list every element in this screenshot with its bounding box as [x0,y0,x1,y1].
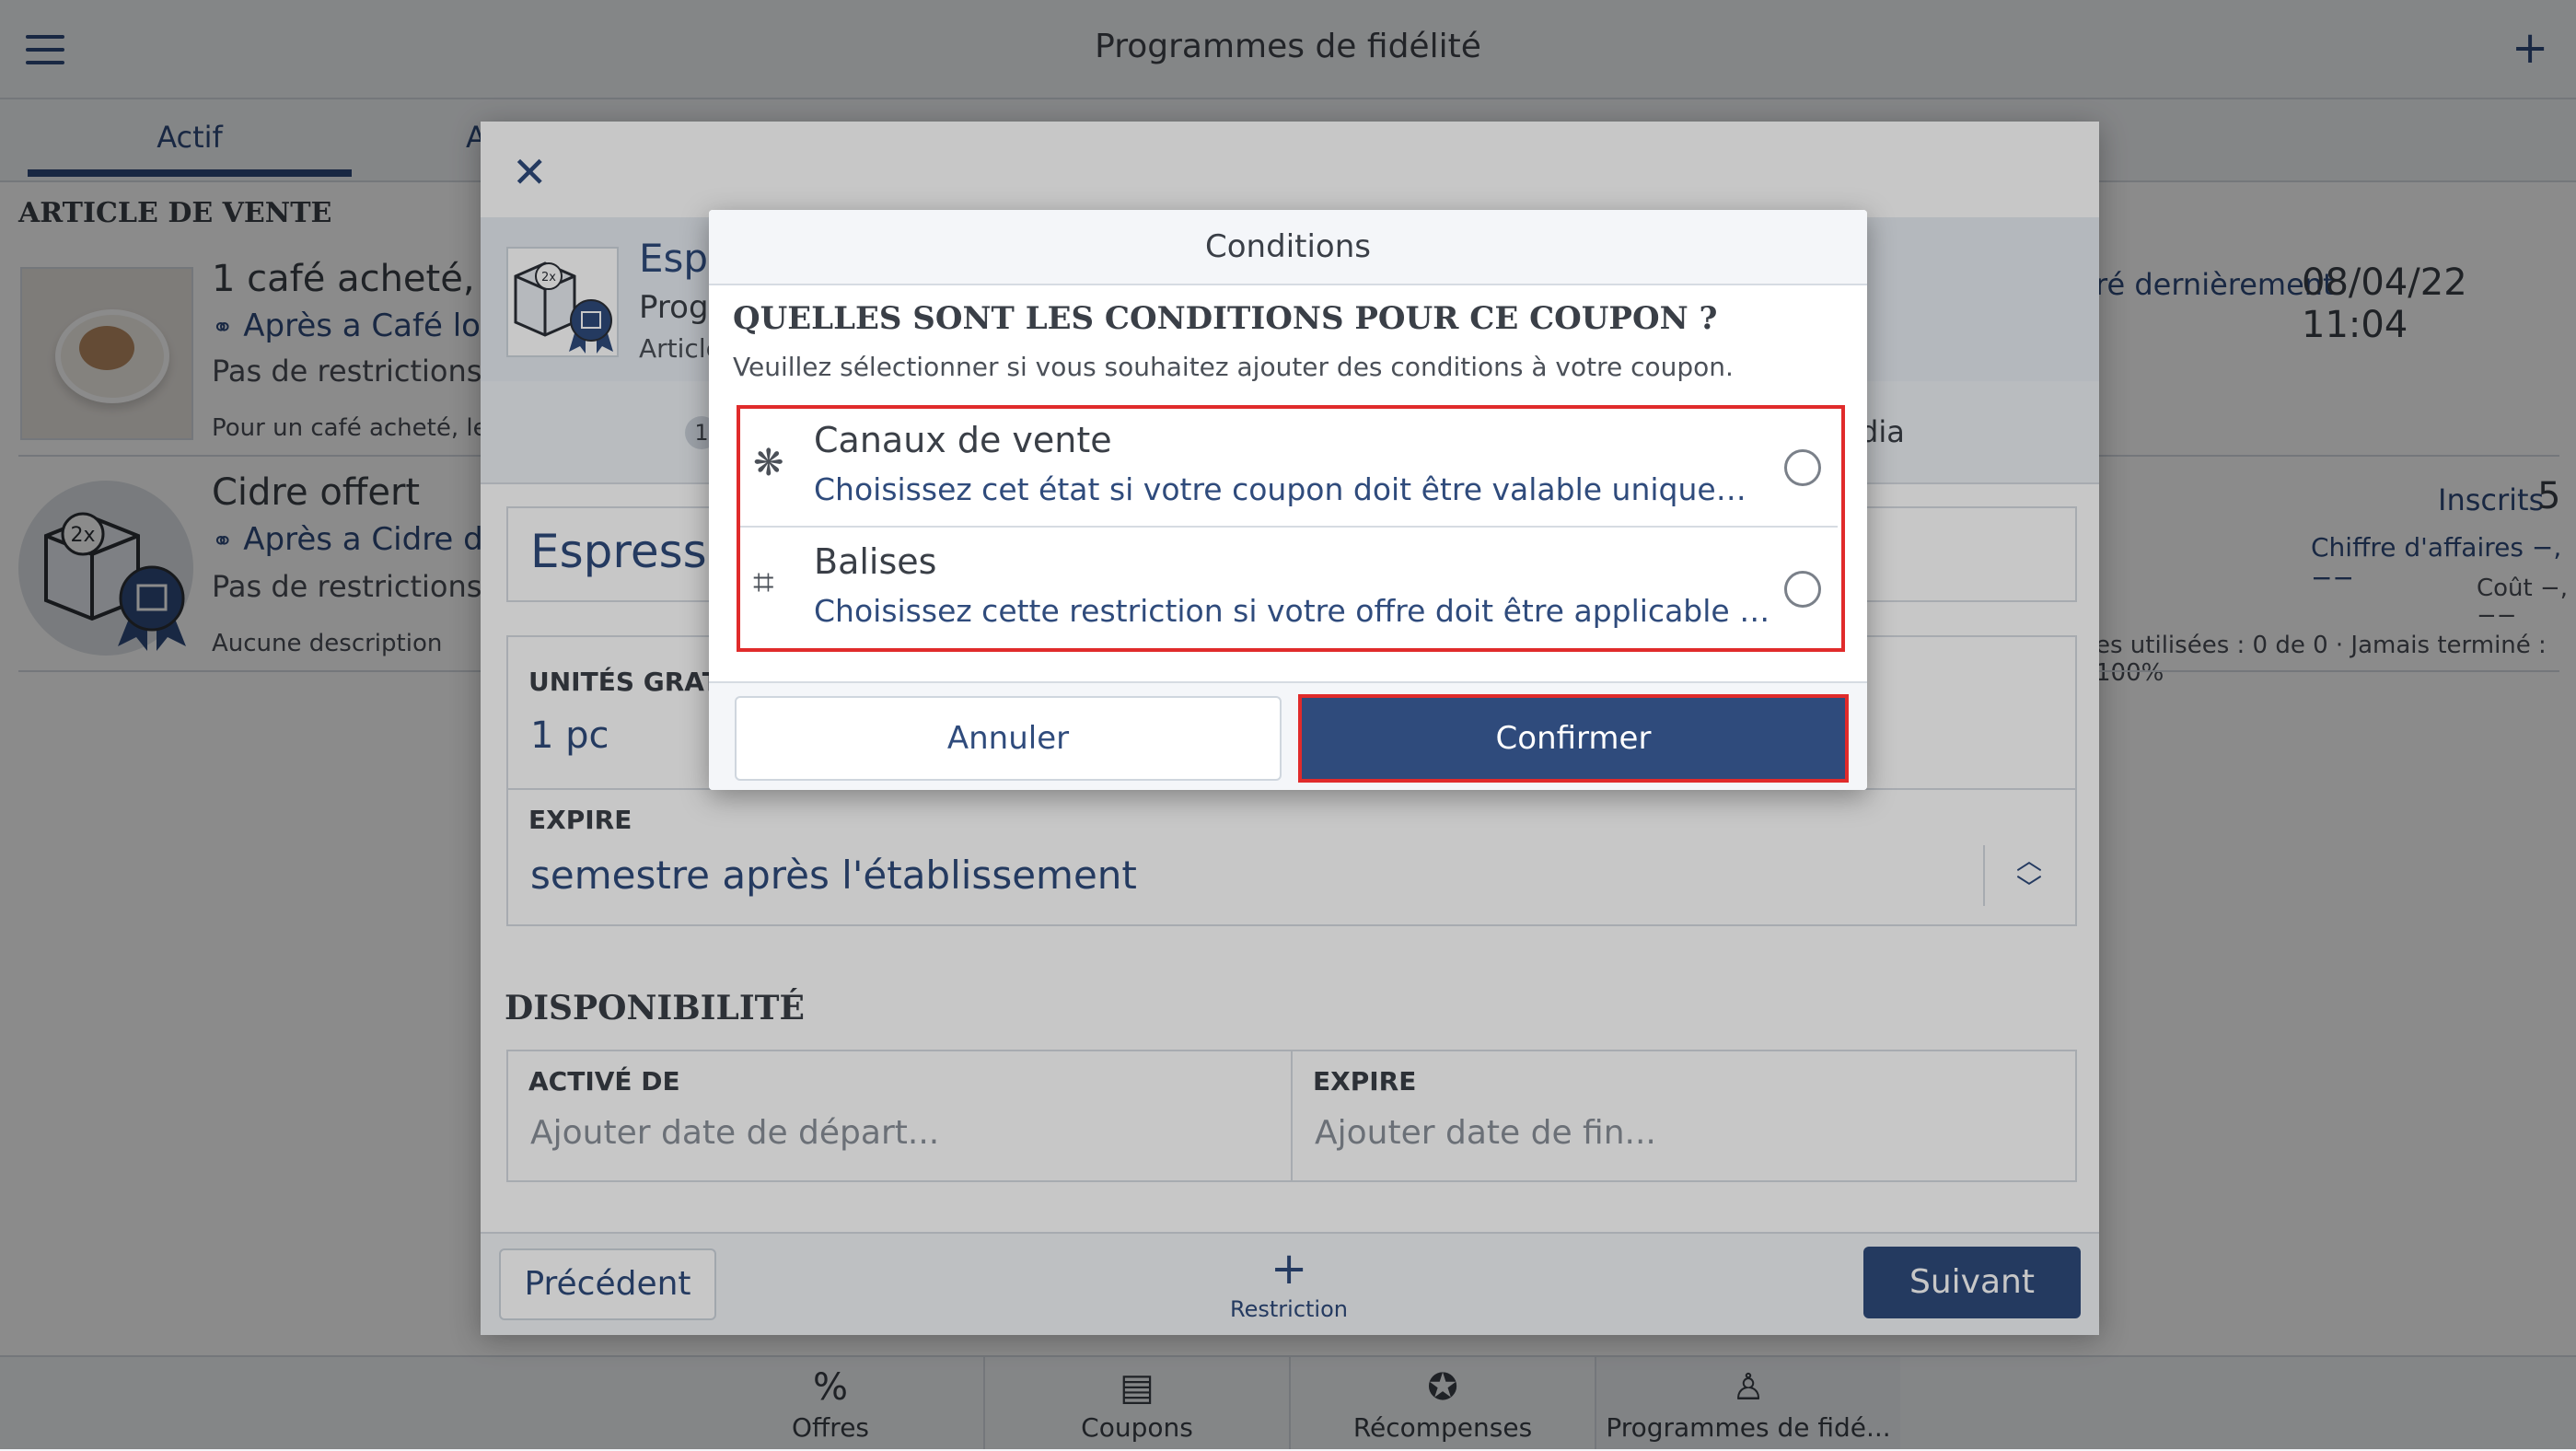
option-radio[interactable] [1784,571,1821,608]
option-description: Choisissez cet état si votre coupon doit… [814,471,1771,507]
dialog-description: Veuillez sélectionner si vous souhaitez … [733,352,1734,382]
tag-icon: ⌗ [753,562,774,604]
option-title: Canaux de vente [814,420,1112,460]
option-description: Choisissez cette restriction si votre of… [814,593,1771,629]
dialog-question: QUELLES SONT LES CONDITIONS POUR CE COUP… [733,300,1718,337]
network-icon: ❋ [753,442,784,484]
option-radio[interactable] [1784,449,1821,486]
option-title: Balises [814,541,937,582]
cancel-button[interactable]: Annuler [735,696,1282,781]
dialog-title: Conditions [1205,228,1371,265]
confirm-button[interactable]: Confirmer [1298,694,1849,783]
